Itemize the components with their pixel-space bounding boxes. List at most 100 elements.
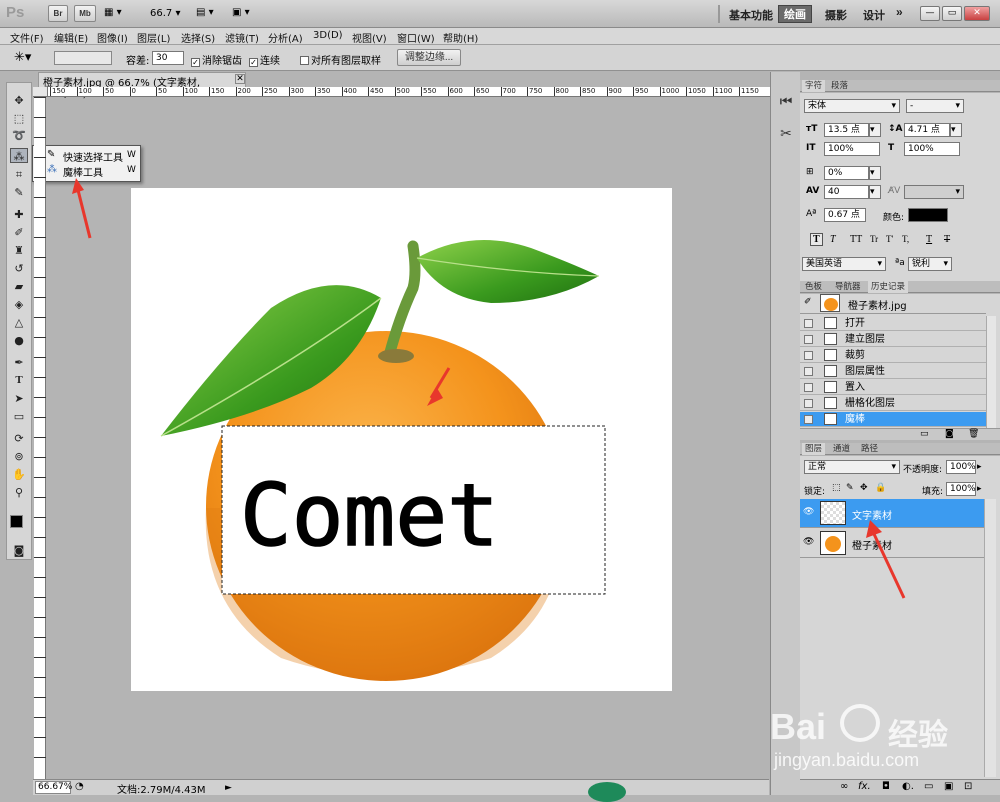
3d-rotate-icon[interactable]: ⟳	[10, 431, 28, 446]
blur-tool-icon[interactable]: △	[10, 315, 28, 330]
refine-edge-button[interactable]: 调整边缘...	[397, 49, 461, 66]
minimize-button[interactable]: —	[920, 6, 940, 21]
menu-image[interactable]: 图像(I)	[97, 30, 128, 45]
antialias-dropdown[interactable]: 锐利 ▾	[908, 257, 952, 271]
tab-layers[interactable]: 图层	[802, 443, 826, 455]
dodge-tool-icon[interactable]: ●	[10, 333, 28, 348]
leading-dropdown[interactable]: ▾	[950, 123, 962, 137]
document-tab[interactable]: 橙子素材.jpg @ 66.7% (文字素材, RGB/8#) * ✕	[38, 72, 246, 100]
view-extras-dropdown[interactable]: ▦ ▾	[104, 7, 122, 18]
menu-3d[interactable]: 3D(D)	[313, 30, 343, 41]
history-item[interactable]: 建立图层	[800, 332, 986, 347]
shape-tool-icon[interactable]: ▭	[10, 409, 28, 424]
text-color-swatch[interactable]	[908, 208, 948, 222]
delete-state-icon[interactable]: 🗑	[968, 429, 979, 439]
font-family-dropdown[interactable]: 宋体 ▾	[804, 99, 900, 113]
status-menu-arrow-icon[interactable]: ►	[225, 783, 232, 793]
contiguous-checkbox[interactable]: ✓ 连续	[249, 52, 280, 67]
screen-mode-dropdown[interactable]: ▣ ▾	[232, 7, 250, 18]
lock-transparent-icon[interactable]: ⬚	[832, 483, 841, 493]
crop-tool-icon[interactable]: ⌗	[10, 167, 28, 182]
clone-stamp-icon[interactable]: ♜	[10, 243, 28, 258]
zoom-field[interactable]: 66.67%	[35, 781, 72, 794]
new-snapshot-icon[interactable]: ◙	[945, 429, 954, 439]
tracking-input[interactable]: 40	[824, 185, 869, 199]
underline-button[interactable]: T	[926, 234, 932, 245]
menu-window[interactable]: 窗口(W)	[397, 30, 435, 45]
workspace-photography[interactable]: 摄影	[825, 7, 847, 23]
status-info-icon[interactable]: ◔	[75, 781, 84, 792]
eyedropper-tool-icon[interactable]: ✎	[10, 185, 28, 200]
tolerance-input[interactable]: 30	[152, 51, 184, 65]
new-document-from-state-icon[interactable]: ▭	[920, 429, 929, 439]
fill-input[interactable]: 100%	[946, 482, 976, 496]
blend-mode-dropdown[interactable]: 正常 ▾	[804, 460, 900, 474]
path-selection-icon[interactable]: ➤	[10, 391, 28, 406]
menu-filter[interactable]: 滤镜(T)	[225, 30, 259, 45]
delete-layer-icon[interactable]: ⊡	[964, 781, 972, 792]
document-canvas[interactable]: Comet	[131, 188, 672, 691]
layer-style-icon[interactable]: fx.	[858, 781, 871, 792]
history-brush-icon[interactable]: ↺	[10, 261, 28, 276]
magic-wand-tool-icon[interactable]: ⁂	[10, 148, 28, 163]
tracking-dropdown[interactable]: ▾	[869, 185, 881, 199]
sample-all-layers-checkbox[interactable]: 对所有图层取样	[300, 52, 381, 67]
workspace-essentials[interactable]: 基本功能	[729, 7, 773, 23]
menu-file[interactable]: 文件(F)	[10, 30, 44, 45]
foreground-color-swatch[interactable]	[10, 515, 23, 528]
selection-mode-buttons[interactable]	[54, 51, 112, 65]
tab-character[interactable]: 字符	[802, 80, 826, 92]
mini-bridge-button[interactable]: Mb	[74, 5, 96, 22]
adjustment-layer-icon[interactable]: ◐.	[902, 781, 914, 792]
strikethrough-button[interactable]: T	[944, 234, 950, 245]
tsume-input[interactable]: 0%	[824, 166, 869, 180]
workspace-design[interactable]: 设计	[863, 7, 885, 23]
lock-position-icon[interactable]: ✥	[860, 483, 868, 493]
history-item-active[interactable]: 魔棒	[800, 412, 986, 427]
tab-navigator[interactable]: 导航器	[832, 281, 864, 293]
type-tool-icon[interactable]: T	[10, 373, 28, 388]
zoom-dropdown[interactable]: 66.7 ▾	[150, 8, 180, 19]
move-tool-icon[interactable]: ✥	[10, 93, 28, 108]
visibility-eye-icon[interactable]: 👁	[803, 537, 814, 547]
baseline-shift-input[interactable]: 0.67 点	[824, 208, 866, 222]
3d-orbit-icon[interactable]: ⊚	[10, 449, 28, 464]
link-layers-icon[interactable]: ∞	[840, 781, 848, 792]
font-size-dropdown[interactable]: ▾	[869, 123, 881, 137]
new-layer-icon[interactable]: ▣	[944, 781, 953, 792]
menu-layer[interactable]: 图层(L)	[137, 30, 170, 45]
ruler-origin[interactable]	[33, 87, 48, 97]
tab-channels[interactable]: 通道	[830, 443, 853, 455]
history-item[interactable]: 打开	[800, 316, 986, 331]
menu-edit[interactable]: 编辑(E)	[54, 30, 88, 45]
menu-select[interactable]: 选择(S)	[181, 30, 215, 45]
healing-brush-icon[interactable]: ✚	[10, 207, 28, 222]
zoom-tool-icon[interactable]: ⚲	[10, 485, 28, 500]
history-item[interactable]: 置入	[800, 380, 986, 395]
pen-tool-icon[interactable]: ✒	[10, 355, 28, 370]
paint-bucket-icon[interactable]: ◈	[10, 297, 28, 312]
more-workspaces-button[interactable]: »	[896, 5, 903, 19]
history-item[interactable]: 栅格化图层	[800, 396, 986, 411]
history-item[interactable]: 图层属性	[800, 364, 986, 379]
arrange-documents-dropdown[interactable]: ▤ ▾	[196, 7, 214, 18]
tab-swatches[interactable]: 色板	[802, 281, 825, 293]
faux-italic-button[interactable]: T	[830, 234, 836, 245]
lasso-tool-icon[interactable]: ➰	[10, 128, 28, 143]
superscript-button[interactable]: T'	[886, 234, 893, 244]
small-caps-button[interactable]: Tr	[870, 234, 878, 244]
history-dock-icon[interactable]: ⏮	[776, 92, 796, 112]
magic-wand-tool-item[interactable]: 魔棒工具	[63, 164, 103, 179]
tab-paragraph[interactable]: 段落	[828, 80, 851, 92]
bridge-button[interactable]: Br	[48, 5, 68, 22]
leading-input[interactable]: 4.71 点	[904, 123, 950, 137]
eraser-tool-icon[interactable]: ▰	[10, 279, 28, 294]
font-size-input[interactable]: 13.5 点	[824, 123, 869, 137]
faux-bold-button[interactable]: T	[810, 233, 823, 246]
hand-tool-icon[interactable]: ✋	[10, 467, 28, 482]
antialias-checkbox[interactable]: ✓ 消除锯齿	[191, 52, 242, 67]
tools-dock-icon[interactable]: ✂	[776, 124, 796, 144]
visibility-eye-icon[interactable]: 👁	[803, 507, 814, 517]
horizontal-scale-input[interactable]: 100%	[904, 142, 960, 156]
close-button[interactable]: ✕	[964, 6, 990, 21]
